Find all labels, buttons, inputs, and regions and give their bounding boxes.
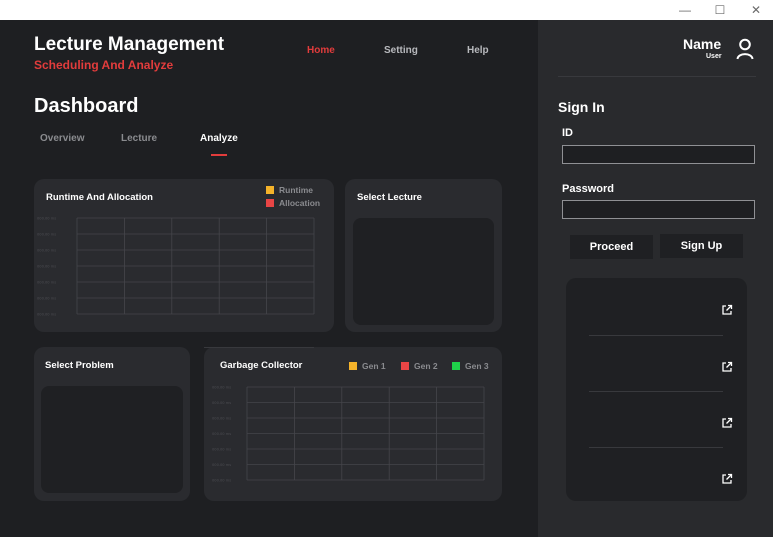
legend-label-gen1: Gen 1: [362, 361, 386, 371]
password-label: Password: [562, 183, 614, 195]
chart-y-tick-label: 000.00 ms: [37, 232, 56, 236]
signup-button[interactable]: Sign Up: [660, 234, 743, 258]
page-title: Dashboard: [34, 95, 139, 117]
app-subtitle: Scheduling And Analyze: [34, 58, 174, 72]
external-link-icon[interactable]: [721, 360, 733, 378]
legend-swatch-allocation: [266, 199, 274, 207]
links-divider: [589, 335, 723, 336]
maximize-button[interactable]: ☐: [707, 2, 733, 18]
runtime-card-title: Runtime And Allocation: [46, 192, 153, 203]
user-icon[interactable]: [736, 38, 754, 65]
chart-y-tick-label: 000.00 ms: [37, 296, 56, 300]
legend-gen3: Gen 3: [452, 361, 489, 371]
tab-overview[interactable]: Overview: [40, 133, 84, 144]
select-lecture-list[interactable]: [353, 218, 494, 325]
chart-y-tick-label: 000.00 ms: [212, 385, 231, 389]
runtime-allocation-chart: 000.00 ms 000.00 ms 000.00 ms 000.00 ms 000.…: [37, 216, 317, 316]
external-link-icon: [722, 417, 733, 428]
id-input[interactable]: [562, 145, 755, 164]
external-link-icon: [722, 304, 733, 315]
legend-gen2: Gen 2: [401, 361, 438, 371]
legend-label-gen2: Gen 2: [414, 361, 438, 371]
password-input[interactable]: [562, 200, 755, 219]
nav-help[interactable]: Help: [467, 45, 489, 56]
external-link-icon: [722, 473, 733, 484]
chart-y-tick-label: 000.00 ms: [37, 216, 56, 220]
links-divider: [589, 447, 723, 448]
close-button[interactable]: ✕: [743, 2, 769, 18]
window-title-bar: [0, 0, 773, 20]
legend-swatch-gen2: [401, 362, 409, 370]
external-link-icon[interactable]: [721, 303, 733, 321]
user-name: Name: [683, 36, 722, 52]
proceed-button[interactable]: Proceed: [570, 235, 653, 259]
chart-y-tick-label: 000.00 ms: [37, 264, 56, 268]
gc-card-title: Garbage Collector: [220, 360, 303, 371]
nav-home[interactable]: Home: [307, 45, 335, 56]
legend-label-gen3: Gen 3: [465, 361, 489, 371]
user-role: User: [706, 53, 722, 60]
active-tab-indicator: [211, 154, 227, 156]
chart-y-tick-label: 000.00 ms: [212, 416, 231, 420]
select-problem-title: Select Problem: [45, 360, 114, 371]
minimize-button[interactable]: —: [672, 2, 698, 18]
gc-card-top-divider: [204, 347, 314, 348]
chart-svg: 000.00 ms 000.00 ms 000.00 ms 000.00 ms 000.…: [37, 216, 315, 316]
chart-y-tick-label: 000.00 ms: [212, 432, 231, 436]
chart-y-tick-label: 000.00 ms: [212, 401, 231, 405]
chart-y-tick-label: 000.00 ms: [212, 478, 231, 482]
app-title: Lecture Management: [34, 34, 225, 55]
external-link-icon: [722, 361, 733, 372]
legend-runtime: Runtime: [266, 185, 313, 195]
legend-swatch-runtime: [266, 186, 274, 194]
legend-allocation: Allocation: [266, 198, 320, 208]
chart-y-tick-label: 000.00 ms: [37, 312, 56, 316]
chart-y-tick-label: 000.00 ms: [212, 447, 231, 451]
links-divider: [589, 391, 723, 392]
chart-y-tick-label: 000.00 ms: [212, 463, 231, 467]
select-problem-list[interactable]: [41, 386, 183, 493]
garbage-collector-chart: 000.00 ms 000.00 ms 000.00 ms 000.00 ms 000.…: [212, 385, 487, 482]
chart-y-tick-label: 000.00 ms: [37, 248, 56, 252]
tab-lecture[interactable]: Lecture: [121, 133, 157, 144]
chart-svg: 000.00 ms 000.00 ms 000.00 ms 000.00 ms 000.…: [212, 385, 485, 482]
legend-label-allocation: Allocation: [279, 198, 321, 208]
id-label: ID: [562, 127, 573, 139]
links-panel: [566, 278, 747, 501]
legend-swatch-gen3: [452, 362, 460, 370]
sidebar-divider: [558, 76, 756, 77]
nav-setting[interactable]: Setting: [384, 45, 418, 56]
user-icon-glyph: [736, 38, 754, 60]
signin-title: Sign In: [558, 99, 605, 115]
legend-label-runtime: Runtime: [279, 185, 313, 195]
tab-analyze[interactable]: Analyze: [200, 133, 238, 144]
chart-y-tick-label: 000.00 ms: [37, 280, 56, 284]
external-link-icon[interactable]: [721, 472, 733, 490]
external-link-icon[interactable]: [721, 416, 733, 434]
legend-gen1: Gen 1: [349, 361, 386, 371]
select-lecture-title: Select Lecture: [357, 192, 422, 203]
legend-swatch-gen1: [349, 362, 357, 370]
